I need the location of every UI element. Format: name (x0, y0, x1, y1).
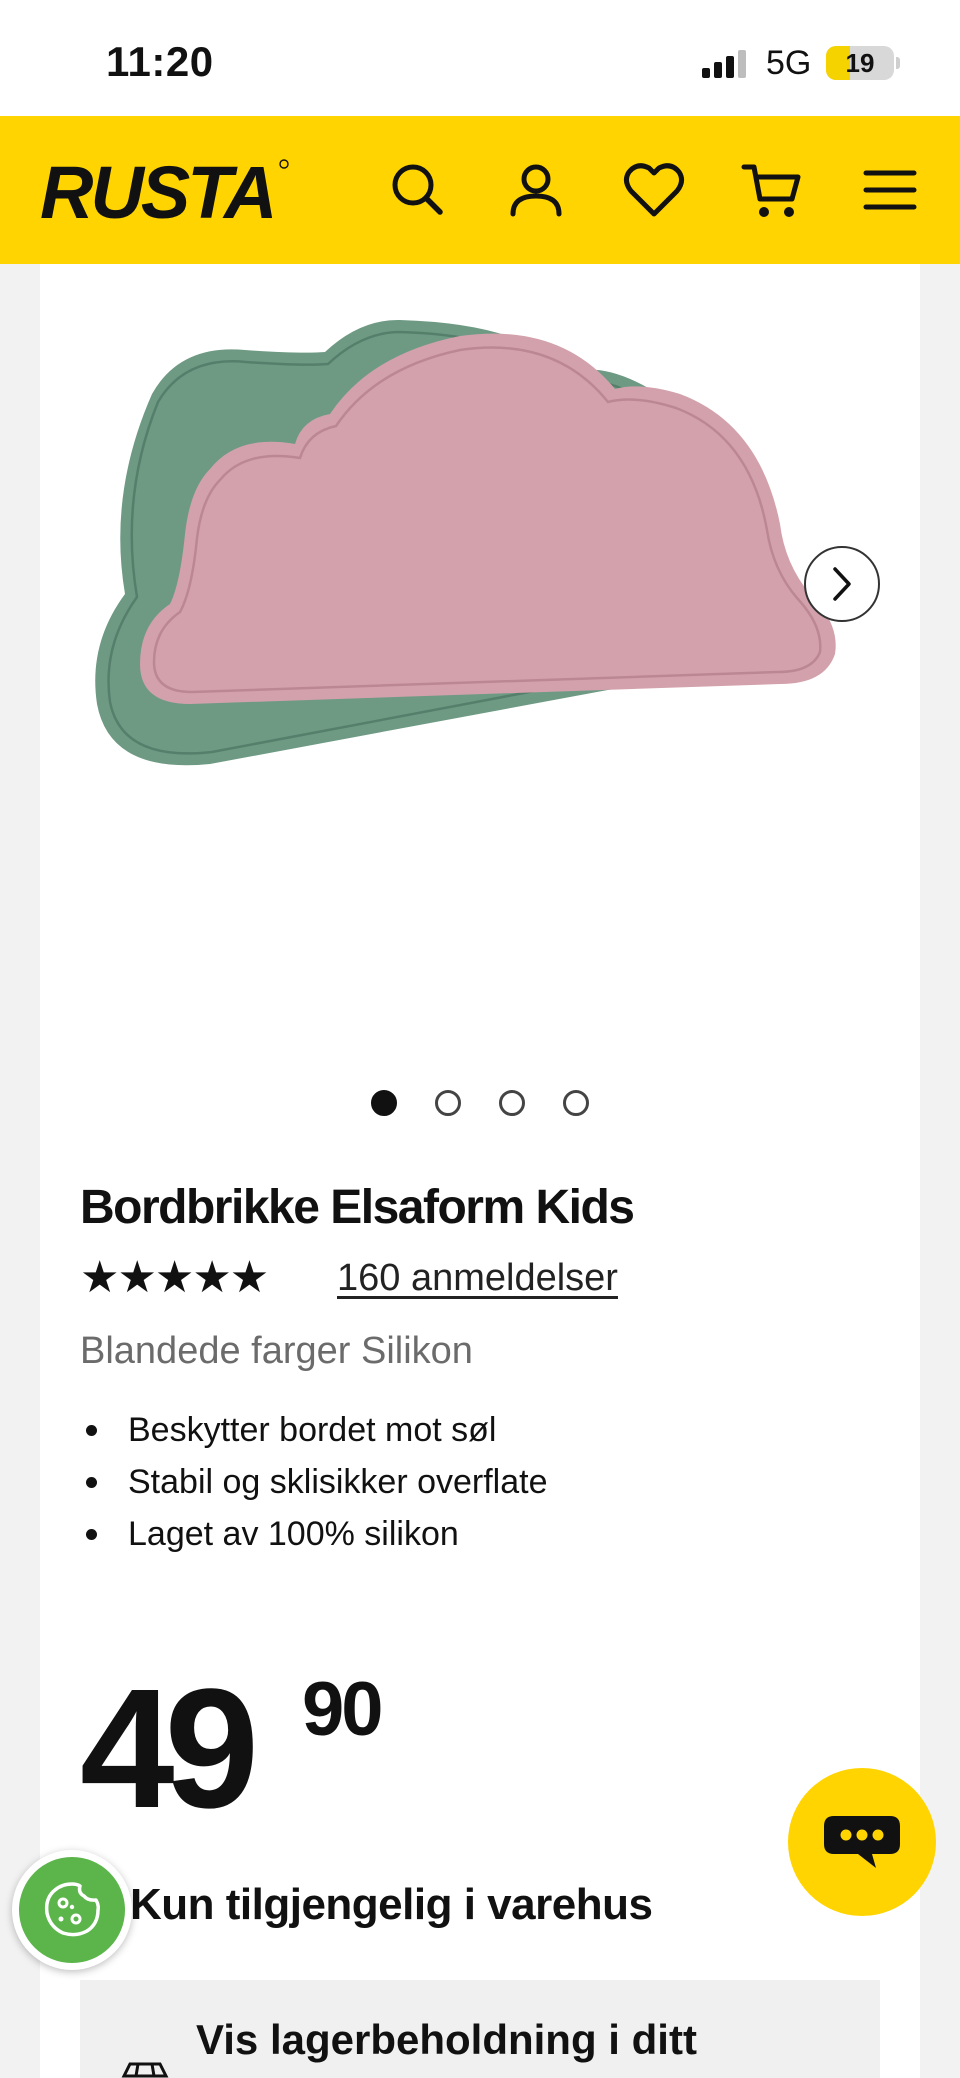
network-label: 5G (766, 44, 812, 82)
gallery-dot-3[interactable] (499, 1090, 525, 1116)
price-decimals: 90 (302, 1667, 384, 1752)
reviews-link[interactable]: 160 anmeldelser (337, 1257, 618, 1300)
battery-icon: 19 (826, 46, 894, 80)
svg-text:RUSTA: RUSTA (40, 152, 274, 232)
cookie-settings-button[interactable] (12, 1850, 132, 1970)
feature-item: Stabil og sklisikker overflate (80, 1456, 548, 1508)
product-title: Bordbrikke Elsaform Kids (80, 1181, 635, 1234)
menu-icon[interactable] (854, 154, 926, 226)
status-bar: 11:20 5G 19 (0, 0, 960, 116)
feature-item: Beskytter bordet mot søl (80, 1404, 548, 1456)
gallery-dot-2[interactable] (435, 1090, 461, 1116)
gallery-pagination (40, 1090, 920, 1120)
rusta-logo[interactable]: RUSTA (40, 151, 290, 234)
product-image (95, 319, 836, 766)
signal-icon (702, 48, 752, 78)
cart-icon[interactable] (736, 154, 808, 226)
stock-link[interactable]: Vis lagerbeholdning i ditt (196, 2016, 697, 2064)
availability-heading: Kun tilgjengelig i varehus (130, 1880, 653, 1929)
next-image-button[interactable] (804, 546, 880, 622)
chevron-right-icon (833, 567, 851, 601)
rating-stars-icon: ★★★★★ (80, 1253, 269, 1302)
chat-icon (824, 1816, 900, 1868)
product-variant: Blandede farger Silikon (80, 1330, 473, 1372)
gallery-dot-1[interactable] (371, 1090, 397, 1116)
gallery-dot-4[interactable] (563, 1090, 589, 1116)
product-card: Bordbrikke Elsaform Kids ★★★★★ 160 anmel… (40, 264, 920, 2078)
feature-item: Laget av 100% silikon (80, 1508, 548, 1560)
heart-icon[interactable] (618, 154, 690, 226)
price-integer: 49 (80, 1654, 259, 1844)
store-icon (120, 2062, 170, 2078)
battery-level: 19 (845, 48, 875, 78)
chat-button[interactable] (788, 1768, 936, 1916)
search-icon[interactable] (382, 154, 454, 226)
battery-tip (896, 57, 900, 69)
account-icon[interactable] (500, 154, 572, 226)
site-header: RUSTA (0, 116, 960, 264)
status-time: 11:20 (106, 38, 214, 85)
product-image-gallery[interactable] (40, 264, 920, 884)
feature-list: Beskytter bordet mot søl Stabil og sklis… (80, 1404, 548, 1560)
cookie-icon (44, 1882, 100, 1937)
